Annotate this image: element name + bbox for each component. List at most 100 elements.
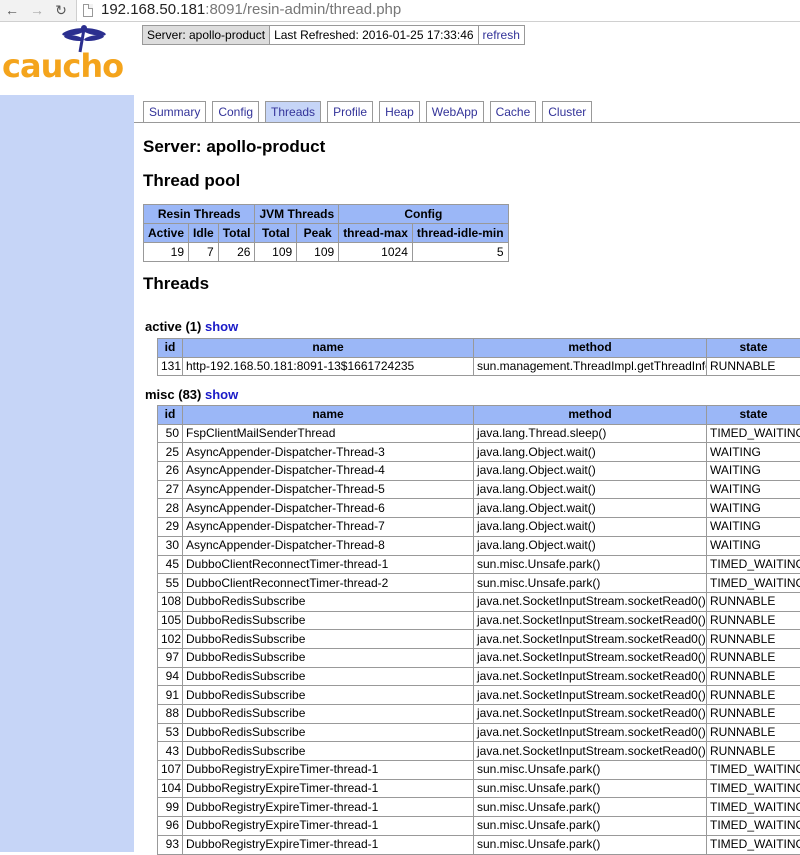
thread-method: java.net.SocketInputStream.socketRead0() (474, 742, 707, 761)
thread-state: TIMED_WAITING (707, 574, 800, 593)
thread-id: 45 (158, 555, 183, 574)
table-row: 45DubboClientReconnectTimer-thread-1sun.… (158, 555, 800, 574)
thread-name: DubboRedisSubscribe (183, 705, 474, 724)
forward-arrow-icon[interactable]: → (28, 0, 46, 20)
thread-id: 91 (158, 686, 183, 705)
thread-state: TIMED_WAITING (707, 817, 800, 836)
column-header-method[interactable]: method (474, 406, 707, 425)
misc-group-title: misc (83) show (145, 387, 238, 402)
thread-id: 43 (158, 742, 183, 761)
tab-webapp[interactable]: WebApp (426, 101, 484, 123)
thread-name: DubboRedisSubscribe (183, 742, 474, 761)
tab-config[interactable]: Config (212, 101, 259, 123)
tab-cluster[interactable]: Cluster (542, 101, 592, 123)
active-show-link[interactable]: show (205, 319, 238, 334)
pool-col-header: Active (144, 224, 189, 243)
thread-name: DubboRegistryExpireTimer-thread-1 (183, 835, 474, 854)
table-row: 108DubboRedisSubscribejava.net.SocketInp… (158, 592, 800, 611)
thread-id: 104 (158, 779, 183, 798)
thread-name: DubboRedisSubscribe (183, 648, 474, 667)
misc-show-link[interactable]: show (205, 387, 238, 402)
thread-name: AsyncAppender-Dispatcher-Thread-3 (183, 443, 474, 462)
url-text[interactable]: 192.168.50.181:8091/resin-admin/thread.p… (101, 1, 401, 19)
tab-summary[interactable]: Summary (143, 101, 206, 123)
column-header-state[interactable]: state (707, 339, 800, 358)
column-header-id[interactable]: id (158, 406, 183, 425)
table-row: 50FspClientMailSenderThreadjava.lang.Thr… (158, 424, 800, 443)
tab-threads[interactable]: Threads (265, 101, 321, 123)
column-header-name[interactable]: name (183, 339, 474, 358)
column-header-state[interactable]: state (707, 406, 800, 425)
tab-divider (134, 122, 800, 123)
thread-method: sun.misc.Unsafe.park() (474, 835, 707, 854)
table-row: 28AsyncAppender-Dispatcher-Thread-6java.… (158, 499, 800, 518)
thread-id: 30 (158, 536, 183, 555)
pool-value-cell: 5 (412, 243, 508, 262)
column-header-id[interactable]: id (158, 339, 183, 358)
tab-bar: Summary Config Threads Profile Heap WebApp Cac… (143, 101, 598, 123)
thread-id: 25 (158, 443, 183, 462)
thread-id: 28 (158, 499, 183, 518)
back-arrow-icon[interactable]: ← (3, 0, 21, 20)
thread-method: sun.management.ThreadImpl.getThreadInfo1… (474, 357, 707, 376)
table-row: 55DubboClientReconnectTimer-thread-2sun.… (158, 574, 800, 593)
thread-state: TIMED_WAITING (707, 779, 800, 798)
thread-method: sun.misc.Unsafe.park() (474, 779, 707, 798)
thread-state: RUNNABLE (707, 705, 800, 724)
thread-state: WAITING (707, 443, 800, 462)
table-row: 107DubboRegistryExpireTimer-thread-1sun.… (158, 761, 800, 780)
page-title: Server: apollo-product (143, 137, 325, 157)
column-header-method[interactable]: method (474, 339, 707, 358)
pool-col-header: Peak (297, 224, 339, 243)
logo[interactable]: caucho (0, 22, 134, 95)
thread-method: sun.misc.Unsafe.park() (474, 817, 707, 836)
last-refreshed-label: Last Refreshed: 2016-01-25 17:33:46 (269, 25, 478, 45)
thread-method: java.net.SocketInputStream.socketRead0() (474, 592, 707, 611)
thread-name: DubboRedisSubscribe (183, 723, 474, 742)
thread-id: 108 (158, 592, 183, 611)
threads-heading: Threads (143, 274, 209, 294)
thread-state: RUNNABLE (707, 648, 800, 667)
misc-group-label: misc (83) (145, 387, 201, 402)
thread-method: sun.misc.Unsafe.park() (474, 555, 707, 574)
resin-threads-header: Resin Threads (144, 205, 255, 224)
thread-name: DubboRedisSubscribe (183, 686, 474, 705)
thread-name: DubboRedisSubscribe (183, 611, 474, 630)
thread-method: java.lang.Object.wait() (474, 536, 707, 555)
thread-name: AsyncAppender-Dispatcher-Thread-5 (183, 480, 474, 499)
address-bar[interactable]: 192.168.50.181:8091/resin-admin/thread.p… (76, 0, 800, 21)
thread-id: 55 (158, 574, 183, 593)
browser-toolbar: ← → ↻ 192.168.50.181:8091/resin-admin/th… (0, 0, 800, 22)
pool-value-cell: 1024 (339, 243, 413, 262)
thread-state: RUNNABLE (707, 667, 800, 686)
refresh-link[interactable]: refresh (483, 28, 520, 42)
tab-profile[interactable]: Profile (327, 101, 373, 123)
thread-id: 93 (158, 835, 183, 854)
pool-col-header: thread-idle-min (412, 224, 508, 243)
thread-name: FspClientMailSenderThread (183, 424, 474, 443)
thread-state: WAITING (707, 536, 800, 555)
column-header-name[interactable]: name (183, 406, 474, 425)
thread-table-header: idnamemethodstate (158, 339, 800, 358)
table-row: 94DubboRedisSubscribejava.net.SocketInpu… (158, 667, 800, 686)
thread-name: DubboRedisSubscribe (183, 630, 474, 649)
active-group-label: active (1) (145, 319, 201, 334)
table-row: 104DubboRegistryExpireTimer-thread-1sun.… (158, 779, 800, 798)
tab-cache[interactable]: Cache (490, 101, 537, 123)
page-icon (83, 4, 93, 17)
thread-id: 131 (158, 357, 183, 376)
table-row: 131http-192.168.50.181:8091-13$166172423… (158, 357, 800, 376)
table-row: 96DubboRegistryExpireTimer-thread-1sun.m… (158, 817, 800, 836)
thread-name: DubboRegistryExpireTimer-thread-1 (183, 779, 474, 798)
thread-pool-table: Resin Threads JVM Threads Config ActiveI… (143, 204, 509, 262)
table-row: 53DubboRedisSubscribejava.net.SocketInpu… (158, 723, 800, 742)
thread-state: RUNNABLE (707, 723, 800, 742)
thread-name: AsyncAppender-Dispatcher-Thread-6 (183, 499, 474, 518)
tab-heap[interactable]: Heap (379, 101, 420, 123)
table-row: 30AsyncAppender-Dispatcher-Thread-8java.… (158, 536, 800, 555)
table-row: 102DubboRedisSubscribejava.net.SocketInp… (158, 630, 800, 649)
table-row: 29AsyncAppender-Dispatcher-Thread-7java.… (158, 518, 800, 537)
reload-icon[interactable]: ↻ (52, 0, 70, 20)
server-label: Server: apollo-product (142, 25, 270, 45)
pool-value-cell: 109 (255, 243, 297, 262)
